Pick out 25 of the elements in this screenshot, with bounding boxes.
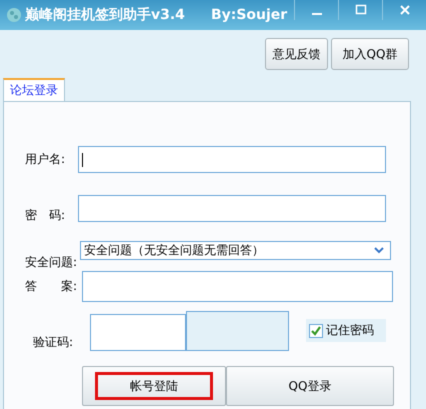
toolbar-button[interactable]: 加入QQ群: [331, 38, 409, 70]
answer-field[interactable]: [82, 271, 393, 302]
captcha-image[interactable]: [186, 310, 289, 350]
close-icon: [398, 4, 410, 16]
username-field[interactable]: [78, 146, 386, 173]
captcha-label: 验证码:: [33, 334, 74, 351]
username-label: 用户名:: [25, 151, 66, 168]
chevron-down-icon: [374, 247, 384, 254]
remember-password-checkbox[interactable]: 记住密码: [306, 319, 386, 342]
password-label: 密 码:: [25, 207, 66, 224]
captcha-field[interactable]: [90, 314, 186, 350]
window-title: 巅峰阁挂机签到助手v3.4: [25, 6, 185, 24]
security-question-label: 安全问题:: [25, 254, 78, 271]
tab[interactable]: 论坛登录: [3, 78, 65, 101]
app-logo-icon: [6, 7, 22, 23]
login-button[interactable]: QQ登录: [226, 366, 394, 406]
maximize-icon: [354, 4, 366, 16]
answer-label: 答 案:: [25, 278, 75, 295]
checkbox[interactable]: [309, 324, 323, 338]
author-text: By:Soujer: [210, 7, 288, 23]
login-button[interactable]: 帐号登陆: [82, 366, 226, 406]
security-question-dropdown[interactable]: 安全问题（无安全问题无需回答）: [80, 241, 391, 260]
password-field[interactable]: [78, 195, 386, 222]
minimize-icon: [312, 13, 322, 15]
toolbar-button[interactable]: 意见反馈: [265, 38, 328, 70]
